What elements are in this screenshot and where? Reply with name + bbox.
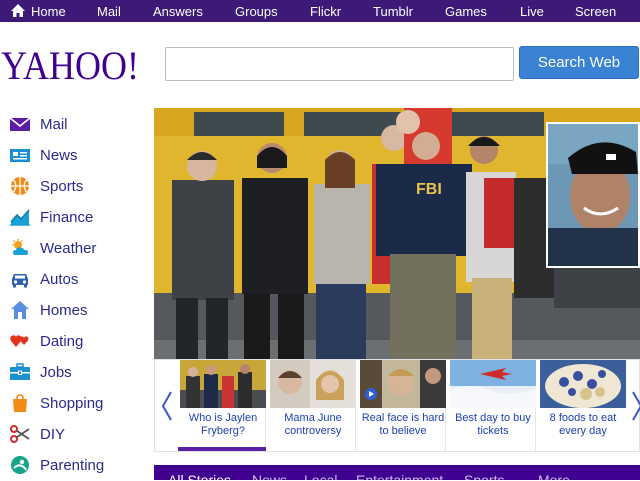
search-web-button[interactable]: Search Web	[519, 46, 639, 79]
sidebar-item-sports[interactable]: Sports	[0, 171, 150, 202]
carousel-caption: Real face is hard to believe	[361, 412, 445, 437]
carousel-caption: Best day to buy tickets	[455, 412, 531, 437]
sidebar-item-weather[interactable]: Weather	[0, 233, 150, 264]
sidebar-item-finance[interactable]: Finance	[0, 202, 150, 233]
sidebar-item-autos[interactable]: Autos	[0, 264, 150, 295]
carousel-item[interactable]: Best day to buy tickets	[448, 360, 536, 451]
tab-entertainment[interactable]: Entertainment	[356, 472, 443, 480]
sidebar-item-label: DIY	[40, 426, 66, 443]
tab-more[interactable]: More	[538, 472, 570, 480]
sidebar-item-label: Jobs	[40, 364, 72, 381]
sun-cloud-icon	[12, 239, 28, 255]
sidebar-item-label: Mail	[40, 116, 68, 133]
tab-news[interactable]: News	[252, 472, 287, 480]
thumb-image	[360, 360, 446, 408]
topnav-flickr[interactable]: Flickr	[310, 4, 341, 19]
sidebar-item-label: Finance	[40, 209, 94, 226]
sidebar-item-news[interactable]: News	[0, 140, 150, 171]
parenting-icon	[11, 456, 29, 474]
chevron-right-icon[interactable]	[628, 388, 640, 424]
carousel-item[interactable]: 8 foods to eat every day	[538, 360, 626, 451]
home-icon[interactable]	[10, 3, 26, 18]
shopping-bag-icon	[13, 394, 27, 412]
carousel-caption: 8 foods to eat every day	[549, 412, 617, 437]
sidebar-item-label: Parenting	[40, 457, 105, 474]
thumb-image	[270, 360, 356, 408]
briefcase-icon	[10, 363, 30, 380]
carousel-caption: Mama June controversy	[284, 412, 342, 437]
topnav-mail[interactable]: Mail	[97, 4, 121, 19]
newspaper-icon	[10, 149, 30, 162]
sidebar-item-jobs[interactable]: Jobs	[0, 357, 150, 388]
basketball-icon	[11, 177, 29, 195]
thumb-image	[450, 360, 536, 408]
tab-all-stories[interactable]: All Stories	[168, 472, 231, 480]
topnav-home[interactable]: Home	[31, 4, 66, 19]
sidebar-item-diy[interactable]: DIY	[0, 419, 150, 450]
topnav-screen[interactable]: Screen	[575, 4, 616, 19]
yahoo-logo-text: YAHOO!	[1, 43, 139, 88]
thumb-image	[180, 360, 266, 408]
carousel-caption: Who is Jaylen Fryberg?	[188, 412, 258, 437]
tab-sports[interactable]: Sports	[464, 472, 504, 480]
house-icon	[11, 301, 29, 319]
sidebar-item-dating[interactable]: Dating	[0, 326, 150, 357]
sidebar-item-label: Autos	[40, 271, 79, 288]
search-input[interactable]	[165, 47, 514, 81]
sidebar-item-parenting[interactable]: Parenting	[0, 450, 150, 481]
topnav-live[interactable]: Live	[520, 4, 544, 19]
tab-local[interactable]: Local	[304, 472, 337, 480]
sidebar-item-label: Shopping	[40, 395, 104, 412]
active-indicator	[178, 447, 266, 451]
chevron-left-icon[interactable]	[158, 388, 176, 424]
sidebar-item-shopping[interactable]: Shopping	[0, 388, 150, 419]
hero-inset-photo[interactable]	[546, 122, 640, 268]
car-icon	[12, 274, 28, 288]
carousel-item[interactable]: Mama June controversy	[268, 360, 356, 451]
sidebar-item-homes[interactable]: Homes	[0, 295, 150, 326]
sidebar-item-label: Weather	[40, 240, 97, 257]
carousel-item[interactable]: Who is Jaylen Fryberg?	[178, 360, 266, 451]
stories-tab-bar: All Stories News Local Entertainment Spo…	[154, 465, 640, 480]
hearts-icon	[10, 335, 29, 347]
thumb-image	[540, 360, 626, 408]
inset-image	[548, 124, 638, 266]
top-nav-bar: Home Mail Answers Groups Flickr Tumblr G…	[0, 0, 640, 22]
fbi-vest-text: FBI	[416, 181, 442, 198]
topnav-tumblr[interactable]: Tumblr	[373, 4, 413, 19]
topnav-groups[interactable]: Groups	[235, 4, 278, 19]
scissors-icon	[10, 425, 30, 443]
carousel-item[interactable]: Real face is hard to believe	[358, 360, 446, 451]
chart-line-icon	[10, 209, 30, 226]
sidebar-item-label: News	[40, 147, 78, 164]
sidebar-item-mail[interactable]: Mail	[0, 109, 150, 140]
topnav-answers[interactable]: Answers	[153, 4, 203, 19]
sidebar-item-label: Dating	[40, 333, 84, 350]
sidebar-item-label: Homes	[40, 302, 88, 319]
topnav-games[interactable]: Games	[445, 4, 487, 19]
sidebar-item-label: Sports	[40, 178, 84, 195]
envelope-icon	[10, 117, 30, 131]
yahoo-logo[interactable]: YAHOO!	[1, 40, 141, 88]
